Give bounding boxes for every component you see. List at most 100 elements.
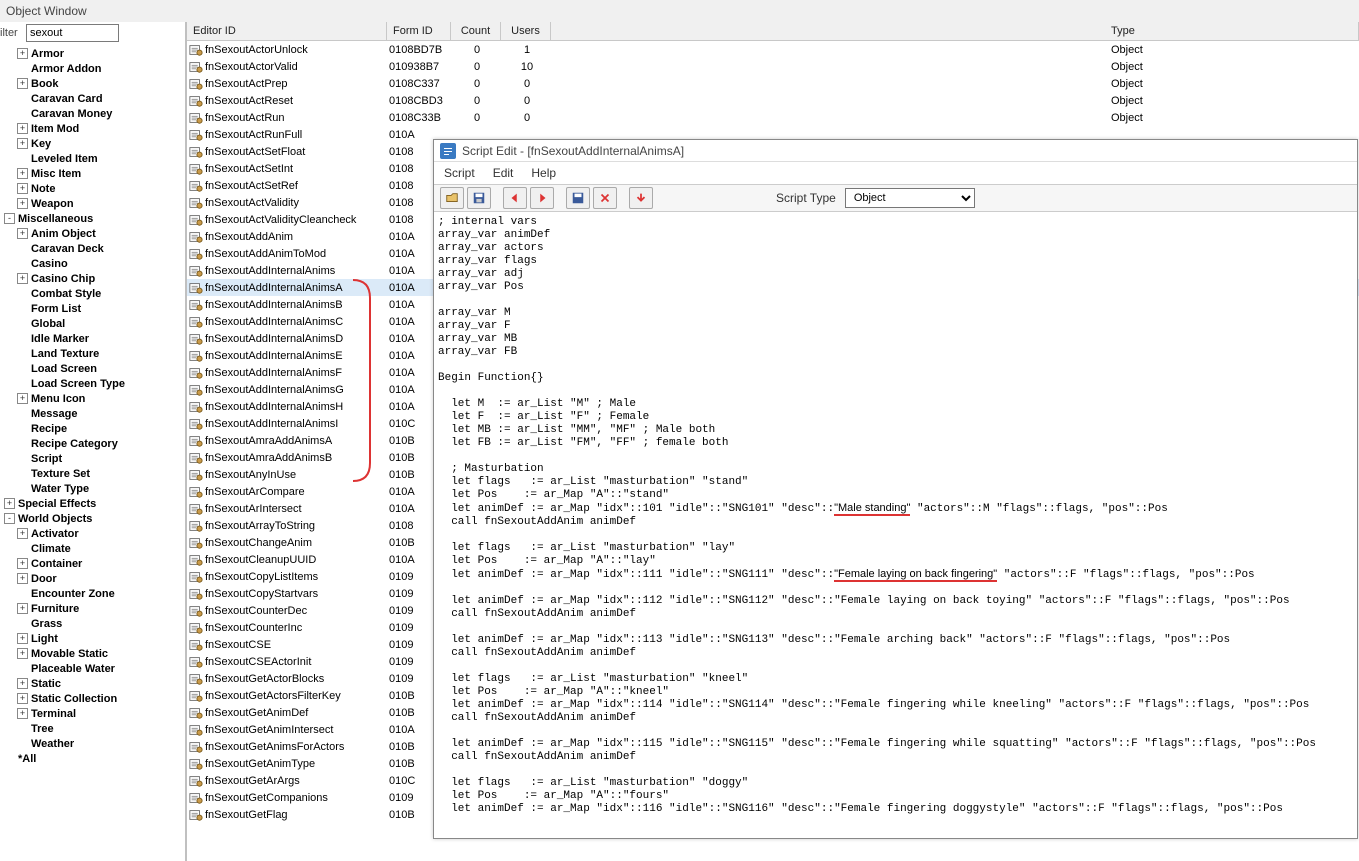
expand-icon[interactable]: + bbox=[17, 138, 28, 149]
tree-item[interactable]: Water Type bbox=[4, 481, 185, 496]
tree-item[interactable]: +Terminal bbox=[4, 706, 185, 721]
tree-item[interactable]: Casino bbox=[4, 256, 185, 271]
tree-item[interactable]: +Menu Icon bbox=[4, 391, 185, 406]
prev-button[interactable] bbox=[503, 187, 527, 209]
tree-item[interactable]: -World Objects bbox=[4, 511, 185, 526]
tree-item[interactable]: -Miscellaneous bbox=[4, 211, 185, 226]
col-type[interactable]: Type bbox=[551, 22, 1359, 40]
expand-icon[interactable]: + bbox=[17, 393, 28, 404]
tree-item[interactable]: +Movable Static bbox=[4, 646, 185, 661]
grid-row[interactable]: fnSexoutActRun0108C33B00Object bbox=[187, 109, 1359, 126]
next-button[interactable] bbox=[530, 187, 554, 209]
tree-item[interactable]: Leveled Item bbox=[4, 151, 185, 166]
tree-item[interactable]: +Key bbox=[4, 136, 185, 151]
tree-item[interactable]: Global bbox=[4, 316, 185, 331]
tree-item[interactable]: Script bbox=[4, 451, 185, 466]
tree-item[interactable]: Combat Style bbox=[4, 286, 185, 301]
grid-row[interactable]: fnSexoutActPrep0108C33700Object bbox=[187, 75, 1359, 92]
script-edit-window[interactable]: Script Edit - [fnSexoutAddInternalAnimsA… bbox=[433, 139, 1358, 839]
tree-item[interactable]: +Book bbox=[4, 76, 185, 91]
expand-icon[interactable]: + bbox=[17, 273, 28, 284]
expand-icon[interactable]: + bbox=[17, 633, 28, 644]
filter-input[interactable] bbox=[26, 24, 119, 42]
menu-edit[interactable]: Edit bbox=[493, 166, 514, 180]
col-form-id[interactable]: Form ID bbox=[387, 22, 451, 40]
script-code-area[interactable]: ; internal vars array_var animDef array_… bbox=[434, 212, 1357, 836]
delete-button[interactable] bbox=[593, 187, 617, 209]
expand-icon[interactable]: + bbox=[17, 78, 28, 89]
tree-item[interactable]: +Container bbox=[4, 556, 185, 571]
expand-icon[interactable]: + bbox=[17, 528, 28, 539]
tree-item[interactable]: Texture Set bbox=[4, 466, 185, 481]
tree-item[interactable]: Caravan Card bbox=[4, 91, 185, 106]
collapse-icon[interactable]: - bbox=[4, 513, 15, 524]
tree-item[interactable]: Load Screen Type bbox=[4, 376, 185, 391]
expand-icon[interactable]: + bbox=[17, 648, 28, 659]
tree-item[interactable]: +Misc Item bbox=[4, 166, 185, 181]
tree-item[interactable]: Weather bbox=[4, 736, 185, 751]
tree-item[interactable]: +Static bbox=[4, 676, 185, 691]
down-arrow-button[interactable] bbox=[629, 187, 653, 209]
open-button[interactable] bbox=[440, 187, 464, 209]
tree-item[interactable]: +Special Effects bbox=[4, 496, 185, 511]
expand-icon[interactable]: + bbox=[17, 573, 28, 584]
tree-item[interactable]: +Armor bbox=[4, 46, 185, 61]
tree-item[interactable]: Placeable Water bbox=[4, 661, 185, 676]
tree-item[interactable]: Load Screen bbox=[4, 361, 185, 376]
expand-icon[interactable]: + bbox=[17, 708, 28, 719]
tree-item[interactable]: Grass bbox=[4, 616, 185, 631]
tree-item[interactable]: +Furniture bbox=[4, 601, 185, 616]
tree-item[interactable]: +Weapon bbox=[4, 196, 185, 211]
menu-script[interactable]: Script bbox=[444, 166, 475, 180]
tree-item[interactable]: Tree bbox=[4, 721, 185, 736]
script-menubar[interactable]: Script Edit Help bbox=[434, 162, 1357, 184]
expand-icon[interactable]: + bbox=[17, 123, 28, 134]
grid-row[interactable]: fnSexoutActorUnlock0108BD7B01Object bbox=[187, 41, 1359, 58]
expand-icon[interactable]: + bbox=[17, 603, 28, 614]
tree-item[interactable]: Armor Addon bbox=[4, 61, 185, 76]
tree-item[interactable]: Land Texture bbox=[4, 346, 185, 361]
tree-item[interactable]: Caravan Deck bbox=[4, 241, 185, 256]
tree-item[interactable]: Recipe Category bbox=[4, 436, 185, 451]
tree-item[interactable]: +Casino Chip bbox=[4, 271, 185, 286]
form-cell: 0108C33B bbox=[387, 112, 451, 124]
expand-icon[interactable]: + bbox=[17, 678, 28, 689]
expand-icon[interactable]: + bbox=[17, 693, 28, 704]
save-button[interactable] bbox=[467, 187, 491, 209]
tree-item[interactable]: Message bbox=[4, 406, 185, 421]
tree-item[interactable]: +Item Mod bbox=[4, 121, 185, 136]
tree-item[interactable]: +Static Collection bbox=[4, 691, 185, 706]
col-count[interactable]: Count bbox=[451, 22, 501, 40]
tree-item[interactable]: Form List bbox=[4, 301, 185, 316]
tree-item[interactable]: +Anim Object bbox=[4, 226, 185, 241]
expand-icon[interactable]: + bbox=[17, 183, 28, 194]
expand-icon[interactable]: + bbox=[17, 228, 28, 239]
col-users[interactable]: Users bbox=[501, 22, 551, 40]
tree-item[interactable]: *All bbox=[4, 751, 185, 766]
expand-icon[interactable]: + bbox=[17, 558, 28, 569]
tree-item[interactable]: Climate bbox=[4, 541, 185, 556]
tree-item[interactable]: +Note bbox=[4, 181, 185, 196]
tree-item[interactable]: Recipe bbox=[4, 421, 185, 436]
expand-icon[interactable]: + bbox=[17, 198, 28, 209]
grid-row[interactable]: fnSexoutActorValid010938B7010Object bbox=[187, 58, 1359, 75]
tree-item[interactable]: Idle Marker bbox=[4, 331, 185, 346]
collapse-icon[interactable]: - bbox=[4, 213, 15, 224]
grid-header[interactable]: Editor ID Form ID Count Users Type bbox=[187, 22, 1359, 41]
tree-item[interactable]: +Door bbox=[4, 571, 185, 586]
tree-item[interactable]: Encounter Zone bbox=[4, 586, 185, 601]
script-type-select[interactable]: Object bbox=[845, 188, 975, 208]
expand-icon[interactable]: + bbox=[17, 168, 28, 179]
script-titlebar[interactable]: Script Edit - [fnSexoutAddInternalAnimsA… bbox=[434, 140, 1357, 162]
tree-item[interactable]: +Light bbox=[4, 631, 185, 646]
tree-item[interactable]: Caravan Money bbox=[4, 106, 185, 121]
grid-row[interactable]: fnSexoutActReset0108CBD300Object bbox=[187, 92, 1359, 109]
menu-help[interactable]: Help bbox=[531, 166, 556, 180]
category-tree[interactable]: +ArmorArmor Addon+BookCaravan CardCarava… bbox=[0, 44, 185, 839]
expand-icon[interactable]: + bbox=[4, 498, 15, 509]
save-disk-button[interactable] bbox=[566, 187, 590, 209]
expand-icon[interactable]: + bbox=[17, 48, 28, 59]
col-editor-id[interactable]: Editor ID bbox=[187, 22, 387, 40]
tree-item[interactable]: +Activator bbox=[4, 526, 185, 541]
users-cell: 0 bbox=[501, 95, 551, 107]
